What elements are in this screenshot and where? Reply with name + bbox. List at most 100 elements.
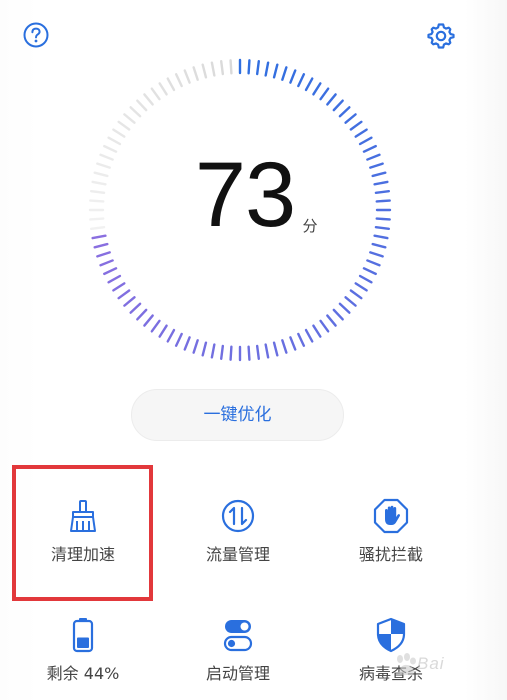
gauge-tick bbox=[103, 267, 118, 276]
gauge-tick bbox=[107, 274, 122, 284]
gauge-tick bbox=[112, 282, 126, 292]
watermark: Bai bbox=[393, 646, 505, 686]
gauge-tick bbox=[99, 153, 114, 161]
gauge-tick bbox=[312, 82, 322, 96]
gauge-tick bbox=[158, 324, 168, 338]
gauge-tick bbox=[107, 136, 122, 146]
gauge-tick bbox=[358, 136, 373, 146]
gauge-tick bbox=[91, 234, 107, 240]
gauge-tick bbox=[89, 199, 105, 203]
gauge-tick bbox=[229, 59, 233, 75]
gauge-tick bbox=[349, 289, 363, 300]
gauge-tick bbox=[117, 120, 131, 131]
startup-toggle-icon bbox=[223, 620, 253, 652]
block-hand-icon bbox=[373, 498, 409, 534]
gauge-tick bbox=[371, 171, 387, 178]
gauge-tick bbox=[332, 308, 344, 321]
gauge-tick bbox=[247, 59, 251, 75]
gauge-tick bbox=[326, 314, 337, 327]
gauge-tick bbox=[289, 336, 297, 351]
gauge-tick bbox=[93, 171, 109, 178]
gauge-tick bbox=[375, 199, 391, 203]
tile-cleanup[interactable]: 清理加速 bbox=[8, 497, 158, 569]
gauge-tick bbox=[304, 328, 314, 343]
gauge-tick bbox=[272, 341, 279, 357]
gauge-tick bbox=[281, 339, 288, 354]
gauge-tick bbox=[247, 345, 251, 361]
gauge-tick bbox=[366, 259, 381, 267]
gauge-tick bbox=[319, 87, 330, 101]
one-click-optimize-button[interactable]: 一键优化 bbox=[131, 389, 344, 441]
tile-harassment-block-label: 骚扰拦截 bbox=[358, 545, 423, 564]
gauge-tick bbox=[192, 339, 199, 354]
gear-icon[interactable] bbox=[427, 21, 455, 49]
score-value: 73 bbox=[194, 144, 296, 246]
gauge-tick bbox=[158, 82, 168, 96]
tile-startup-manage[interactable]: 启动管理 bbox=[163, 616, 313, 688]
gauge-tick bbox=[272, 63, 279, 79]
gauge-tick bbox=[143, 314, 154, 327]
gauge-tick bbox=[375, 217, 391, 221]
broom-icon bbox=[70, 500, 96, 532]
gauge-tick bbox=[354, 282, 368, 292]
tile-data-traffic[interactable]: 流量管理 bbox=[163, 497, 313, 569]
gauge-tick bbox=[210, 61, 216, 77]
gauge-tick bbox=[136, 99, 148, 112]
gauge-tick bbox=[166, 328, 176, 343]
gauge-tick bbox=[366, 153, 381, 161]
gauge-tick bbox=[123, 113, 136, 124]
gauge-tick bbox=[220, 59, 225, 76]
tile-cleanup-label: 清理加速 bbox=[50, 545, 115, 564]
gauge-tick bbox=[96, 251, 111, 258]
gauge-tick bbox=[354, 128, 368, 138]
gauge-tick bbox=[183, 69, 191, 84]
gauge-tick bbox=[344, 296, 357, 307]
gauge-tick bbox=[166, 77, 176, 92]
gauge-tick bbox=[264, 61, 270, 77]
gauge-tick bbox=[136, 308, 148, 321]
gauge-tick bbox=[89, 225, 106, 230]
gauge-tick bbox=[373, 180, 389, 186]
gauge-tick bbox=[150, 87, 161, 101]
watermark-text: Bai bbox=[417, 654, 445, 673]
gauge-tick bbox=[312, 324, 322, 338]
gauge-tick bbox=[143, 93, 154, 106]
gauge-tick bbox=[281, 66, 288, 81]
gauge-tick bbox=[374, 225, 391, 230]
gauge-tick bbox=[89, 190, 106, 195]
gauge-tick bbox=[297, 332, 306, 347]
gauge-tick bbox=[210, 343, 216, 359]
score-unit: 分 bbox=[302, 217, 318, 235]
gauge-tick bbox=[289, 69, 297, 84]
gauge-tick bbox=[129, 106, 142, 118]
gauge-tick bbox=[96, 162, 111, 169]
tile-harassment-block[interactable]: 骚扰拦截 bbox=[316, 497, 466, 569]
gauge-tick bbox=[201, 341, 208, 357]
gauge-tick bbox=[338, 106, 351, 118]
battery-icon bbox=[72, 618, 94, 653]
gauge-tick bbox=[369, 162, 384, 169]
paw-logo-icon bbox=[397, 653, 416, 676]
help-icon[interactable] bbox=[22, 21, 50, 49]
data-traffic-icon bbox=[221, 499, 255, 533]
gauge-tick bbox=[362, 144, 377, 153]
gauge-tick bbox=[349, 120, 363, 131]
tile-battery-label: 剩余 44% bbox=[46, 664, 120, 683]
tile-data-traffic-label: 流量管理 bbox=[205, 545, 270, 564]
gauge-tick bbox=[201, 63, 208, 79]
gauge-tick bbox=[91, 180, 107, 186]
gauge-tick bbox=[319, 319, 330, 333]
gauge-tick bbox=[123, 296, 136, 307]
gauge-tick bbox=[220, 344, 225, 361]
tile-battery[interactable]: 剩余 44% bbox=[8, 616, 158, 688]
gauge-tick bbox=[93, 242, 109, 249]
gauge-tick bbox=[255, 344, 260, 361]
gauge-tick bbox=[117, 289, 131, 300]
gauge-tick bbox=[358, 274, 373, 284]
gauge-tick bbox=[99, 259, 114, 267]
gauge-tick bbox=[183, 336, 191, 351]
gauge-tick bbox=[150, 319, 161, 333]
gauge-tick bbox=[304, 77, 314, 92]
gauge-tick bbox=[344, 113, 357, 124]
gauge-tick bbox=[174, 73, 183, 88]
